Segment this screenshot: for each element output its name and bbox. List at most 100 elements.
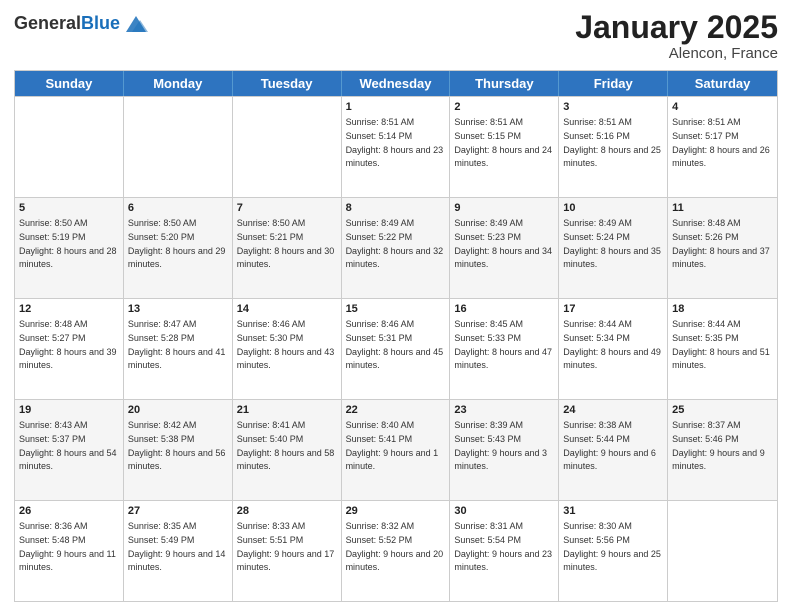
cal-cell: 21 Sunrise: 8:41 AM Sunset: 5:40 PM Dayli… [233, 400, 342, 500]
header-cell-sunday: Sunday [15, 71, 124, 96]
logo: GeneralBlue [14, 10, 150, 38]
title-block: January 2025 Alencon, France [575, 10, 778, 62]
cal-cell: 7 Sunrise: 8:50 AM Sunset: 5:21 PM Daylig… [233, 198, 342, 298]
cell-daylight-info: Sunrise: 8:40 AM Sunset: 5:41 PM Dayligh… [346, 420, 439, 471]
cal-cell: 23Sunrise: 8:39 AM Sunset: 5:43 PM Dayli… [450, 400, 559, 500]
cal-cell: 13 Sunrise: 8:47 AM Sunset: 5:28 PM Dayli… [124, 299, 233, 399]
cal-cell: 3 Sunrise: 8:51 AM Sunset: 5:16 PM Daylig… [559, 97, 668, 197]
day-number: 3 [563, 100, 663, 115]
cell-daylight-info: Sunrise: 8:49 AM Sunset: 5:24 PM Dayligh… [563, 218, 661, 269]
day-number: 28 [237, 504, 337, 519]
cal-row-3: 19 Sunrise: 8:43 AM Sunset: 5:37 PM Dayli… [15, 399, 777, 500]
cell-daylight-info: Sunrise: 8:49 AM Sunset: 5:23 PM Dayligh… [454, 218, 552, 269]
day-number: 18 [672, 302, 773, 317]
day-number: 9 [454, 201, 554, 216]
cal-cell: 20 Sunrise: 8:42 AM Sunset: 5:38 PM Dayli… [124, 400, 233, 500]
day-number: 26 [19, 504, 119, 519]
cal-row-2: 12Sunrise: 8:48 AM Sunset: 5:27 PM Dayli… [15, 298, 777, 399]
cell-daylight-info: Sunrise: 8:46 AM Sunset: 5:30 PM Dayligh… [237, 319, 335, 370]
header-cell-friday: Friday [559, 71, 668, 96]
day-number: 21 [237, 403, 337, 418]
cal-cell: 18 Sunrise: 8:44 AM Sunset: 5:35 PM Dayli… [668, 299, 777, 399]
cell-daylight-info: Sunrise: 8:37 AM Sunset: 5:46 PM Dayligh… [672, 420, 765, 471]
cell-daylight-info: Sunrise: 8:44 AM Sunset: 5:34 PM Dayligh… [563, 319, 661, 370]
header: GeneralBlue January 2025 Alencon, France [14, 10, 778, 62]
cal-cell: 4Sunrise: 8:51 AM Sunset: 5:17 PM Daylig… [668, 97, 777, 197]
cal-cell: 15 Sunrise: 8:46 AM Sunset: 5:31 PM Dayli… [342, 299, 451, 399]
calendar-body: 1Sunrise: 8:51 AM Sunset: 5:14 PM Daylig… [15, 96, 777, 601]
cell-daylight-info: Sunrise: 8:43 AM Sunset: 5:37 PM Dayligh… [19, 420, 117, 471]
cal-cell: 17 Sunrise: 8:44 AM Sunset: 5:34 PM Dayli… [559, 299, 668, 399]
day-number: 6 [128, 201, 228, 216]
cell-daylight-info: Sunrise: 8:44 AM Sunset: 5:35 PM Dayligh… [672, 319, 770, 370]
cal-cell: 11Sunrise: 8:48 AM Sunset: 5:26 PM Dayli… [668, 198, 777, 298]
cal-cell: 26Sunrise: 8:36 AM Sunset: 5:48 PM Dayli… [15, 501, 124, 601]
page: GeneralBlue January 2025 Alencon, France… [0, 0, 792, 612]
day-number: 13 [128, 302, 228, 317]
day-number: 24 [563, 403, 663, 418]
logo-general-text: General [14, 13, 81, 33]
day-number: 19 [19, 403, 119, 418]
cell-daylight-info: Sunrise: 8:32 AM Sunset: 5:52 PM Dayligh… [346, 521, 444, 572]
cell-daylight-info: Sunrise: 8:41 AM Sunset: 5:40 PM Dayligh… [237, 420, 335, 471]
day-number: 30 [454, 504, 554, 519]
cal-cell [124, 97, 233, 197]
month-title: January 2025 [575, 10, 778, 45]
cell-daylight-info: Sunrise: 8:50 AM Sunset: 5:20 PM Dayligh… [128, 218, 226, 269]
cell-daylight-info: Sunrise: 8:48 AM Sunset: 5:26 PM Dayligh… [672, 218, 770, 269]
cal-cell: 10 Sunrise: 8:49 AM Sunset: 5:24 PM Dayli… [559, 198, 668, 298]
cal-cell: 29 Sunrise: 8:32 AM Sunset: 5:52 PM Dayli… [342, 501, 451, 601]
day-number: 16 [454, 302, 554, 317]
day-number: 31 [563, 504, 663, 519]
cell-daylight-info: Sunrise: 8:35 AM Sunset: 5:49 PM Dayligh… [128, 521, 226, 572]
header-cell-monday: Monday [124, 71, 233, 96]
cal-row-1: 5Sunrise: 8:50 AM Sunset: 5:19 PM Daylig… [15, 197, 777, 298]
header-cell-thursday: Thursday [450, 71, 559, 96]
day-number: 10 [563, 201, 663, 216]
day-number: 2 [454, 100, 554, 115]
cell-daylight-info: Sunrise: 8:47 AM Sunset: 5:28 PM Dayligh… [128, 319, 226, 370]
cal-cell: 25 Sunrise: 8:37 AM Sunset: 5:46 PM Dayli… [668, 400, 777, 500]
cell-daylight-info: Sunrise: 8:51 AM Sunset: 5:16 PM Dayligh… [563, 117, 661, 168]
logo-icon [122, 10, 150, 38]
cell-daylight-info: Sunrise: 8:49 AM Sunset: 5:22 PM Dayligh… [346, 218, 444, 269]
day-number: 12 [19, 302, 119, 317]
day-number: 25 [672, 403, 773, 418]
header-cell-wednesday: Wednesday [342, 71, 451, 96]
day-number: 17 [563, 302, 663, 317]
day-number: 4 [672, 100, 773, 115]
header-cell-tuesday: Tuesday [233, 71, 342, 96]
cal-cell [233, 97, 342, 197]
cal-cell: 16 Sunrise: 8:45 AM Sunset: 5:33 PM Dayli… [450, 299, 559, 399]
cal-cell: 9 Sunrise: 8:49 AM Sunset: 5:23 PM Daylig… [450, 198, 559, 298]
day-number: 7 [237, 201, 337, 216]
logo-blue-text: Blue [81, 13, 120, 33]
day-number: 20 [128, 403, 228, 418]
day-number: 15 [346, 302, 446, 317]
cal-cell: 12Sunrise: 8:48 AM Sunset: 5:27 PM Dayli… [15, 299, 124, 399]
cell-daylight-info: Sunrise: 8:45 AM Sunset: 5:33 PM Dayligh… [454, 319, 552, 370]
cal-cell: 24 Sunrise: 8:38 AM Sunset: 5:44 PM Dayli… [559, 400, 668, 500]
cell-daylight-info: Sunrise: 8:50 AM Sunset: 5:21 PM Dayligh… [237, 218, 335, 269]
cell-daylight-info: Sunrise: 8:38 AM Sunset: 5:44 PM Dayligh… [563, 420, 656, 471]
cell-daylight-info: Sunrise: 8:30 AM Sunset: 5:56 PM Dayligh… [563, 521, 661, 572]
cell-daylight-info: Sunrise: 8:31 AM Sunset: 5:54 PM Dayligh… [454, 521, 552, 572]
day-number: 29 [346, 504, 446, 519]
calendar: SundayMondayTuesdayWednesdayThursdayFrid… [14, 70, 778, 602]
cal-cell: 31 Sunrise: 8:30 AM Sunset: 5:56 PM Dayli… [559, 501, 668, 601]
cal-row-0: 1Sunrise: 8:51 AM Sunset: 5:14 PM Daylig… [15, 96, 777, 197]
cal-cell: 1Sunrise: 8:51 AM Sunset: 5:14 PM Daylig… [342, 97, 451, 197]
day-number: 23 [454, 403, 554, 418]
cell-daylight-info: Sunrise: 8:46 AM Sunset: 5:31 PM Dayligh… [346, 319, 444, 370]
cell-daylight-info: Sunrise: 8:33 AM Sunset: 5:51 PM Dayligh… [237, 521, 335, 572]
cell-daylight-info: Sunrise: 8:50 AM Sunset: 5:19 PM Dayligh… [19, 218, 117, 269]
day-number: 27 [128, 504, 228, 519]
cell-daylight-info: Sunrise: 8:51 AM Sunset: 5:15 PM Dayligh… [454, 117, 552, 168]
day-number: 8 [346, 201, 446, 216]
header-cell-saturday: Saturday [668, 71, 777, 96]
cell-daylight-info: Sunrise: 8:51 AM Sunset: 5:14 PM Dayligh… [346, 117, 444, 168]
cal-cell: 6 Sunrise: 8:50 AM Sunset: 5:20 PM Daylig… [124, 198, 233, 298]
cal-cell: 22Sunrise: 8:40 AM Sunset: 5:41 PM Dayli… [342, 400, 451, 500]
cell-daylight-info: Sunrise: 8:42 AM Sunset: 5:38 PM Dayligh… [128, 420, 226, 471]
cal-cell: 5Sunrise: 8:50 AM Sunset: 5:19 PM Daylig… [15, 198, 124, 298]
